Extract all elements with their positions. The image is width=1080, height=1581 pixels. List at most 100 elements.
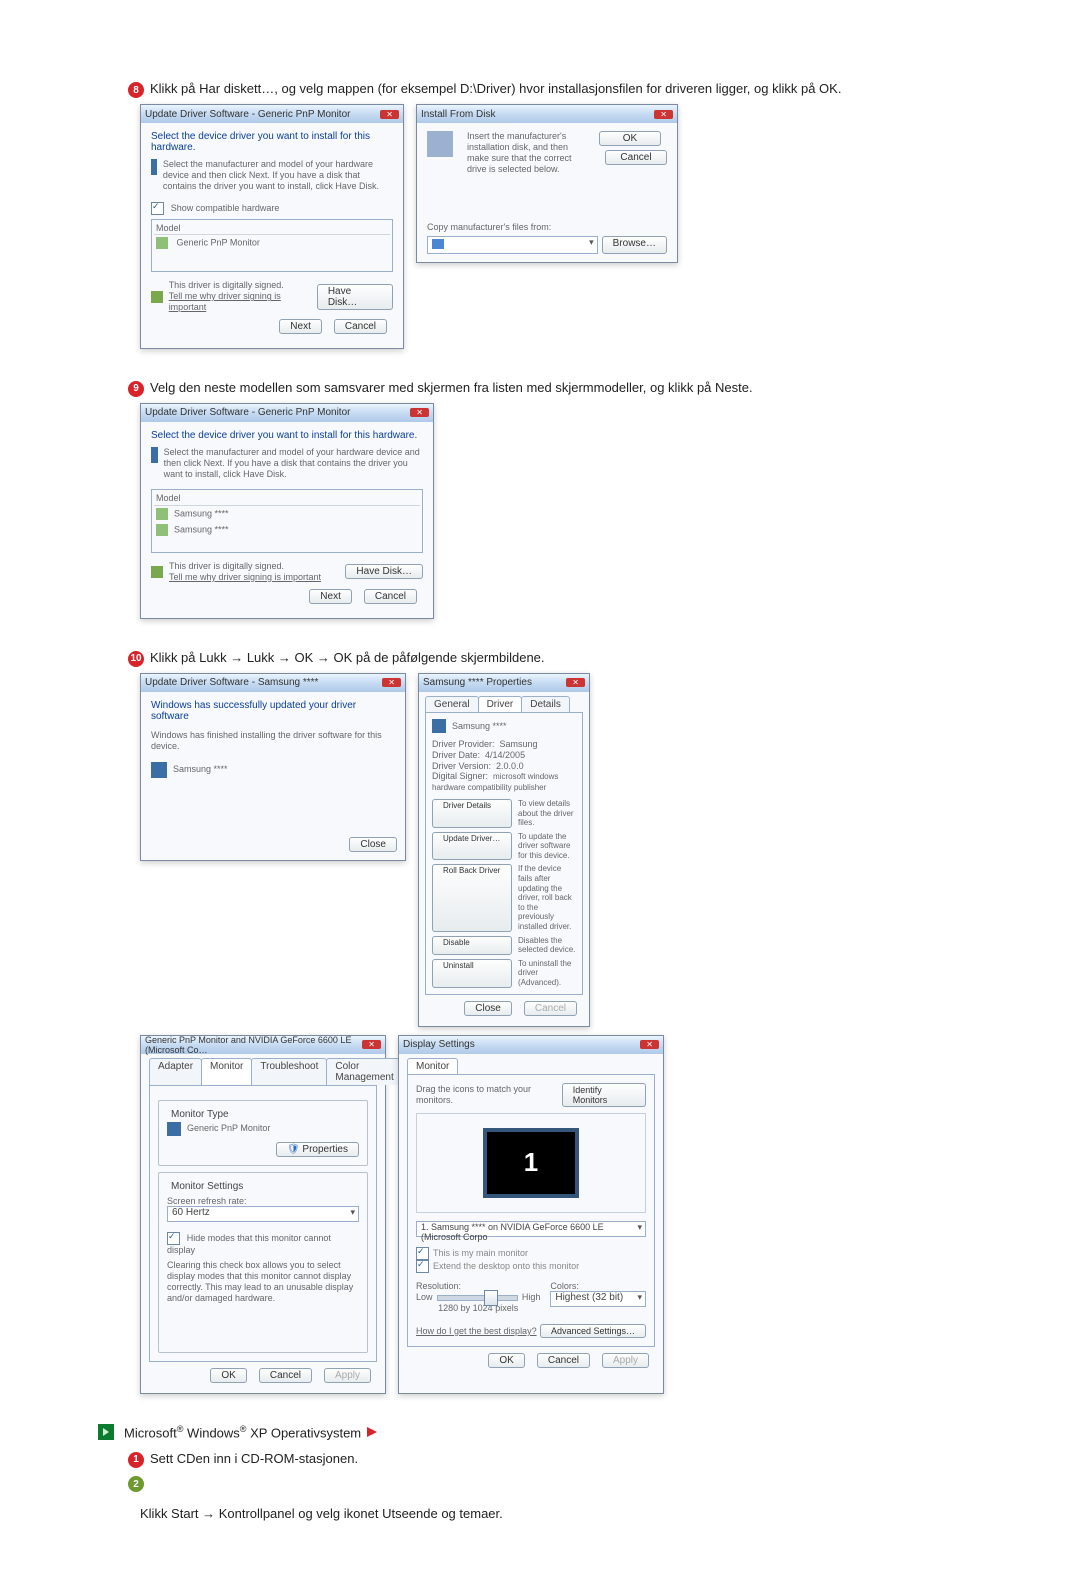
properties-button[interactable]: 🛡 Properties	[276, 1142, 359, 1157]
monitor-icon	[156, 508, 168, 520]
cancel-button[interactable]: Cancel	[605, 150, 667, 165]
res-low: Low	[416, 1292, 433, 1303]
colors-select[interactable]: Highest (32 bit)	[550, 1291, 646, 1307]
install-from-disk-msg: Insert the manufacturer's installation d…	[467, 131, 591, 174]
close-icon[interactable]: ✕	[382, 678, 401, 687]
tab-monitor[interactable]: Monitor	[407, 1058, 458, 1074]
rollback-button[interactable]: Roll Back Driver	[432, 864, 512, 931]
model-row[interactable]: Generic PnP Monitor	[154, 235, 390, 251]
disable-button[interactable]: Disable	[432, 936, 512, 955]
signed-text: This driver is digitally signed.	[169, 280, 317, 291]
red-arrow-icon	[367, 1427, 377, 1437]
close-icon[interactable]: ✕	[566, 678, 585, 687]
model-row[interactable]: Samsung ****	[154, 506, 420, 522]
have-disk-button[interactable]: Have Disk…	[345, 564, 423, 579]
apply-button: Apply	[602, 1353, 649, 1368]
resolution-value: 1280 by 1024 pixels	[416, 1303, 540, 1314]
drive-select[interactable]	[427, 236, 598, 254]
close-icon[interactable]: ✕	[410, 408, 429, 417]
model-row[interactable]: Samsung ****	[154, 522, 420, 538]
colors-value: Highest (32 bit)	[555, 1292, 623, 1303]
ok-button[interactable]: OK	[488, 1353, 524, 1368]
close-icon[interactable]: ✕	[362, 1040, 381, 1049]
main-monitor-label: This is my main monitor	[433, 1248, 528, 1258]
shield-icon	[151, 566, 163, 578]
dialog-heading: Select the device driver you want to ins…	[151, 430, 423, 441]
success-sub: Windows has finished installing the driv…	[151, 730, 395, 752]
next-button[interactable]: Next	[279, 319, 322, 334]
play-bullet-icon	[98, 1424, 114, 1440]
res-high: High	[522, 1292, 541, 1303]
step-xp-1-num: 1	[128, 1452, 144, 1468]
window-title: Generic PnP Monitor and NVIDIA GeForce 6…	[145, 1035, 362, 1055]
provider-label: Driver Provider:	[432, 739, 495, 749]
titlebar: Display Settings ✕	[399, 1036, 663, 1054]
resolution-label: Resolution:	[416, 1281, 540, 1292]
resolution-slider[interactable]	[437, 1295, 518, 1301]
next-button[interactable]: Next	[309, 589, 352, 604]
close-icon[interactable]: ✕	[654, 110, 673, 119]
cancel-button[interactable]: Cancel	[537, 1353, 590, 1368]
monitor-preview[interactable]: 1	[483, 1128, 579, 1198]
slider-thumb[interactable]	[484, 1290, 498, 1306]
refresh-value: 60 Hertz	[172, 1207, 210, 1218]
titlebar: Install From Disk ✕	[417, 105, 677, 123]
close-button[interactable]: Close	[349, 837, 397, 852]
display-select[interactable]: 1. Samsung **** on NVIDIA GeForce 6600 L…	[416, 1221, 646, 1237]
close-icon[interactable]: ✕	[640, 1040, 659, 1049]
step-xp-1: 1 Sett CDen inn i CD-ROM-stasjonen.	[0, 1450, 1080, 1468]
window-update-success: Update Driver Software - Samsung **** ✕ …	[140, 673, 406, 861]
tab-driver[interactable]: Driver	[478, 696, 523, 712]
hide-modes-checkbox[interactable]	[167, 1232, 180, 1245]
window-title: Update Driver Software - Samsung ****	[145, 677, 318, 688]
driver-details-desc: To view details about the driver files.	[518, 799, 576, 828]
dialog-subtext: Select the manufacturer and model of you…	[163, 159, 393, 191]
cancel-button[interactable]: Cancel	[364, 589, 417, 604]
tab-troubleshoot[interactable]: Troubleshoot	[251, 1058, 327, 1085]
browse-button[interactable]: Browse…	[602, 236, 667, 254]
uninstall-button[interactable]: Uninstall	[432, 959, 512, 988]
have-disk-button[interactable]: Have Disk…	[317, 284, 393, 310]
step-10: 10 Klikk på Lukk → Lukk → OK → OK på de …	[0, 649, 1080, 667]
version-label: Driver Version:	[432, 761, 491, 771]
update-driver-button[interactable]: Update Driver…	[432, 832, 512, 861]
tab-color-mgmt[interactable]: Color Management	[326, 1058, 402, 1085]
identify-monitors-button[interactable]: Identify Monitors	[562, 1083, 646, 1107]
driver-details-button[interactable]: Driver Details	[432, 799, 512, 828]
titlebar: Generic PnP Monitor and NVIDIA GeForce 6…	[141, 1036, 385, 1054]
disk-icon	[427, 131, 453, 157]
success-heading: Windows has successfully updated your dr…	[151, 700, 395, 722]
date-value: 4/14/2005	[485, 750, 525, 760]
window-install-from-disk: Install From Disk ✕ Insert the manufactu…	[416, 104, 678, 263]
monitor-icon	[151, 762, 167, 778]
apply-button: Apply	[324, 1368, 371, 1383]
advanced-settings-button[interactable]: Advanced Settings…	[540, 1324, 646, 1338]
device-icon	[151, 447, 158, 463]
tab-adapter[interactable]: Adapter	[149, 1058, 202, 1085]
ok-button[interactable]: OK	[210, 1368, 246, 1383]
tab-monitor[interactable]: Monitor	[201, 1058, 252, 1085]
step-8-num: 8	[128, 82, 144, 98]
tell-me-why-link[interactable]: Tell me why driver signing is important	[169, 572, 321, 583]
drag-text: Drag the icons to match your monitors.	[416, 1084, 562, 1106]
cancel-button[interactable]: Cancel	[334, 319, 387, 334]
best-display-link[interactable]: How do I get the best display?	[416, 1326, 537, 1337]
window-driver-properties: Samsung **** Properties ✕ General Driver…	[418, 673, 590, 1027]
monitor-icon	[156, 524, 168, 536]
ok-button[interactable]: OK	[599, 131, 661, 146]
refresh-select[interactable]: 60 Hertz	[167, 1206, 359, 1222]
step-xp-2: 2	[0, 1474, 1080, 1492]
step-9-text: Velg den neste modellen som samsvarer me…	[150, 379, 960, 397]
show-compatible-checkbox[interactable]	[151, 202, 164, 215]
cancel-button[interactable]: Cancel	[259, 1368, 312, 1383]
window-title: Install From Disk	[421, 109, 495, 120]
device-name: Samsung ****	[173, 764, 228, 775]
tell-me-why-link[interactable]: Tell me why driver signing is important	[169, 291, 317, 313]
close-icon[interactable]: ✕	[380, 110, 399, 119]
model-col-header: Model	[154, 492, 420, 506]
window-monitor-props: Generic PnP Monitor and NVIDIA GeForce 6…	[140, 1035, 386, 1394]
tab-general[interactable]: General	[425, 696, 479, 712]
monitor-icon	[156, 237, 168, 249]
close-button[interactable]: Close	[464, 1001, 512, 1016]
tab-details[interactable]: Details	[521, 696, 570, 712]
